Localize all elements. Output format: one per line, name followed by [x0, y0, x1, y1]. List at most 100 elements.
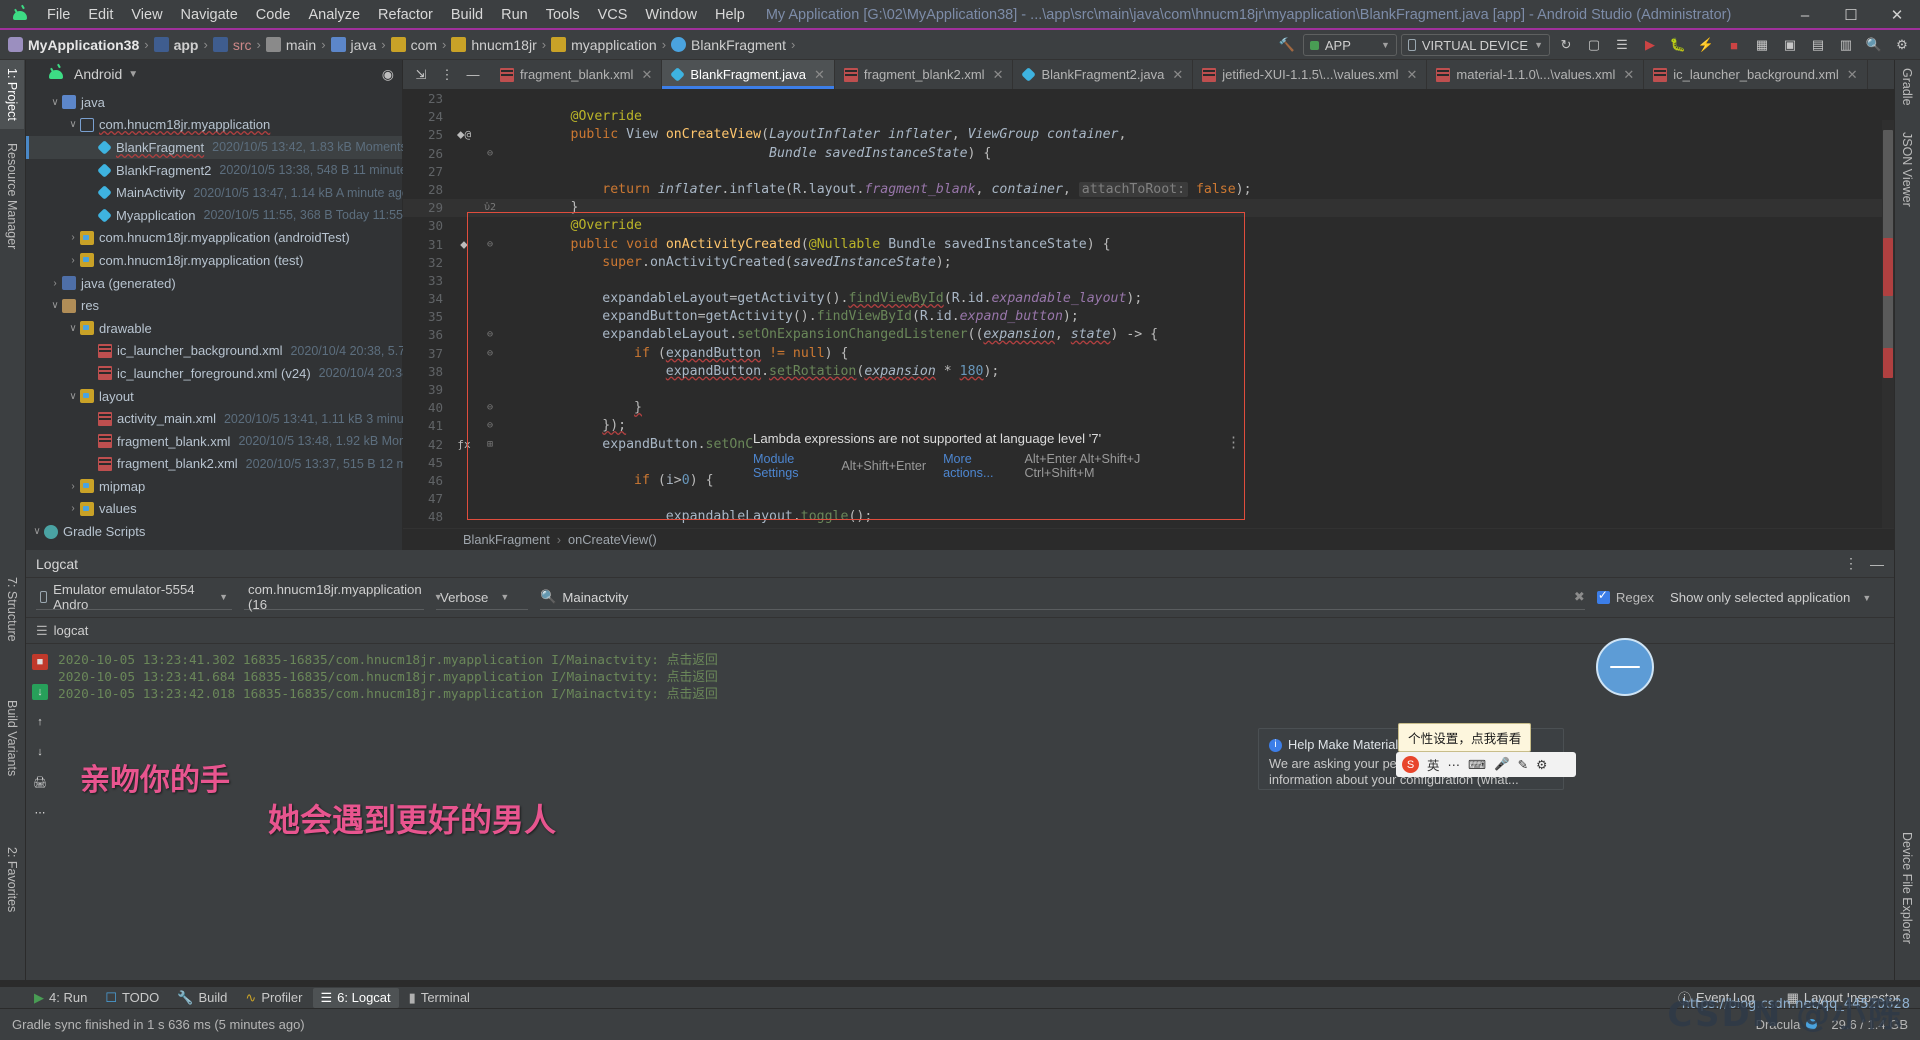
emulator-preview-widget[interactable] — [1596, 638, 1654, 696]
module-settings-link[interactable]: Module Settings — [753, 452, 834, 480]
minimize-button[interactable]: – — [1782, 0, 1828, 30]
close-icon[interactable]: ✕ — [814, 67, 825, 83]
device-selector[interactable]: VIRTUAL DEVICE ▼ — [1400, 34, 1550, 56]
tree-expand-arrow[interactable]: › — [66, 503, 80, 514]
sdk-manager-button[interactable]: ☰ — [1610, 33, 1634, 57]
breadcrumb-blankfragment[interactable]: BlankFragment › — [671, 37, 800, 53]
debug-button[interactable]: 🐛 — [1666, 33, 1690, 57]
error-stripe-scrollbar[interactable] — [1882, 120, 1894, 550]
run-configuration-selector[interactable]: APP ▼ — [1302, 34, 1397, 56]
scroll-end-icon[interactable]: ↓ — [32, 684, 48, 700]
tree-expand-arrow[interactable]: › — [66, 255, 80, 266]
breadcrumb-com[interactable]: com › — [390, 37, 452, 53]
menu-item-code[interactable]: Code — [247, 3, 300, 27]
run-button[interactable]: ▶ — [1638, 33, 1662, 57]
editor-tab[interactable]: BlankFragment.java ✕ — [662, 60, 835, 89]
code-line[interactable]: 32 super.onActivityCreated(savedInstance… — [403, 254, 1894, 272]
tree-item[interactable]: >ic_launcher_foreground.xml (v24)2020/10… — [26, 362, 512, 385]
tree-item[interactable]: >activity_main.xml2020/10/5 13:41, 1.11 … — [26, 407, 445, 430]
code-line[interactable]: 33 — [403, 272, 1894, 290]
tree-expand-arrow[interactable]: ∨ — [48, 97, 62, 108]
code-line[interactable]: 37 ⊖ if (expandButton != null) { — [403, 345, 1894, 363]
error-marker[interactable] — [1883, 348, 1893, 378]
tree-expand-arrow[interactable]: ∨ — [66, 119, 80, 130]
more-options-icon[interactable]: ⋮ — [1844, 555, 1858, 572]
settings-gear-icon[interactable]: ⚙ — [1890, 33, 1914, 57]
tree-expand-arrow[interactable]: ∨ — [30, 526, 44, 537]
tree-item[interactable]: ∨ Gradle Scripts — [26, 520, 402, 543]
code-line[interactable]: 34 expandableLayout=getActivity().findVi… — [403, 290, 1894, 308]
tree-expand-arrow[interactable]: ∨ — [48, 300, 62, 311]
sync-gradle-button[interactable]: ↻ — [1554, 33, 1578, 57]
tree-item[interactable]: ∨ drawable — [26, 317, 402, 340]
tree-item[interactable]: ∨ layout — [26, 385, 402, 408]
tree-item[interactable]: >BlankFragment22020/10/5 13:38, 548 B 11… — [26, 159, 437, 182]
ime-mic-icon[interactable]: 🎤 — [1494, 757, 1510, 772]
code-line[interactable]: 29 ὑ2 } — [403, 199, 1894, 218]
hide-panel-icon[interactable]: — — [461, 63, 485, 87]
code-line[interactable]: 28 return inflater.inflate(R.layout.frag… — [403, 181, 1894, 199]
sidebar-item-project[interactable]: 1: Project — [0, 60, 24, 129]
ime-ellipsis-icon[interactable]: ⋯ — [1448, 757, 1461, 772]
project-structure-button[interactable]: ▤ — [1806, 33, 1830, 57]
gutter-icon[interactable]: ⬥ — [451, 236, 477, 254]
more-actions-link[interactable]: More actions... — [943, 452, 1017, 480]
close-icon[interactable]: ✕ — [1623, 67, 1634, 83]
log-level-selector[interactable]: Verbose ▼ — [436, 586, 528, 610]
close-icon[interactable]: ✕ — [641, 67, 652, 83]
clear-search-icon[interactable]: ✖ — [1574, 589, 1585, 605]
close-icon[interactable]: ✕ — [993, 67, 1004, 83]
ime-keyboard-icon[interactable]: ⌨ — [1468, 757, 1486, 772]
menu-item-analyze[interactable]: Analyze — [299, 3, 369, 27]
breadcrumb-class[interactable]: BlankFragment — [463, 532, 550, 547]
tree-expand-arrow[interactable]: › — [48, 278, 62, 289]
menu-item-navigate[interactable]: Navigate — [172, 3, 247, 27]
code-line[interactable]: 48 expandableLayout.toggle(); — [403, 508, 1894, 526]
scroll-up-icon[interactable]: ↑ — [32, 714, 48, 730]
editor-tab[interactable]: material-1.1.0\...\values.xml ✕ — [1427, 60, 1645, 89]
sogou-ime-icon[interactable]: S — [1402, 756, 1419, 773]
logcat-filter-selector[interactable]: Show only selected application ▼ — [1666, 586, 1884, 610]
breadcrumb-project[interactable]: MyApplication38 › — [8, 37, 154, 53]
sidebar-item-gradle[interactable]: Gradle — [1895, 60, 1919, 114]
ime-toolbar[interactable]: S 英 ⋯ ⌨ 🎤 ✎ ⚙ — [1396, 752, 1576, 777]
code-line[interactable]: 31 ⬥ ⊖ public void onActivityCreated(@Null… — [403, 236, 1894, 254]
code-line[interactable]: 27 — [403, 163, 1894, 181]
close-icon[interactable]: ✕ — [1847, 67, 1858, 83]
code-line[interactable]: 25 ⬥@ public View onCreateView(LayoutInfl… — [403, 126, 1894, 144]
print-icon[interactable]: 🖨 — [32, 774, 48, 790]
fold-icon[interactable]: ⊖ — [477, 145, 503, 163]
menu-item-tools[interactable]: Tools — [537, 3, 589, 27]
tree-item[interactable]: › values — [26, 498, 402, 521]
breadcrumb-src[interactable]: src › — [212, 37, 266, 53]
ime-tooltip[interactable]: 个性设置，点我看看 — [1398, 723, 1532, 752]
tree-item[interactable]: ∨ res — [26, 294, 402, 317]
layout-editor-button[interactable]: ▦ — [1750, 33, 1774, 57]
code-line[interactable]: 24 @Override — [403, 108, 1894, 126]
maximize-button[interactable]: ☐ — [1828, 0, 1874, 30]
avd-manager-button[interactable]: ▢ — [1582, 33, 1606, 57]
tree-item[interactable]: >BlankFragment2020/10/5 13:42, 1.83 kB M… — [26, 136, 431, 159]
code-line[interactable]: 40 ⊖ } — [403, 399, 1894, 417]
editor-tab[interactable]: fragment_blank.xml ✕ — [491, 60, 663, 89]
tree-item[interactable]: >fragment_blank.xml2020/10/5 13:48, 1.92… — [26, 430, 457, 453]
tree-item[interactable]: › mipmap — [26, 475, 402, 498]
sidebar-item-resource-manager[interactable]: Resource Manager — [0, 135, 24, 257]
menu-item-edit[interactable]: Edit — [79, 3, 122, 27]
sdk-button[interactable]: ▥ — [1834, 33, 1858, 57]
scroll-down-icon[interactable]: ↓ — [32, 744, 48, 760]
ime-pen-icon[interactable]: ✎ — [1518, 757, 1528, 772]
sidebar-item-device-file-explorer[interactable]: Device File Explorer — [1895, 824, 1919, 952]
stop-button[interactable]: ■ — [1722, 33, 1746, 57]
tool-button-build[interactable]: 🔧 Build — [169, 988, 235, 1008]
tool-button-run[interactable]: ▶ 4: Run — [26, 988, 95, 1008]
sidebar-item-build-variants[interactable]: Build Variants — [0, 692, 24, 784]
clear-logcat-icon[interactable]: ■ — [32, 654, 48, 670]
menu-item-vcs[interactable]: VCS — [589, 3, 637, 27]
code-line[interactable]: 36 ⊖ expandableLayout.setOnExpansionChang… — [403, 326, 1894, 344]
tree-item[interactable]: ∨ java — [26, 91, 402, 114]
search-icon[interactable]: 🔍 — [1862, 33, 1886, 57]
code-line[interactable]: 26 ⊖ Bundle savedInstanceState) { — [403, 145, 1894, 163]
code-line[interactable]: 47 — [403, 490, 1894, 508]
device-selector-logcat[interactable]: Emulator emulator-5554 Andro ▼ — [36, 582, 232, 612]
